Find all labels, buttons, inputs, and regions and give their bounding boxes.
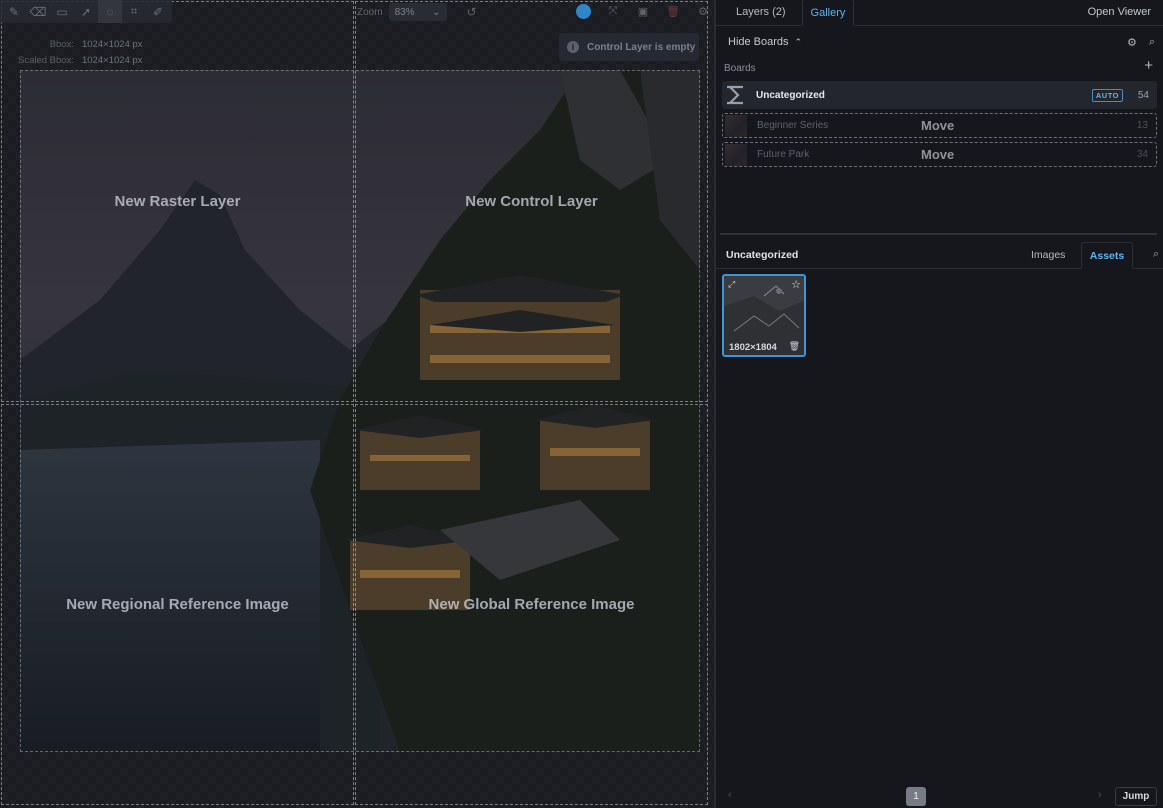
hide-boards-button[interactable]: Hide Boards xyxy=(728,36,789,48)
color-swatch-icon[interactable] xyxy=(576,3,591,19)
bbox-value: 1024×1024 px xyxy=(81,39,143,50)
drop-target-control-layer[interactable]: New Control Layer xyxy=(355,1,708,402)
bbox-info: Bbox: 1024×1024 px Scaled Bbox: 1024×1024 … xyxy=(18,37,146,69)
chevron-up-icon[interactable]: ⌃ xyxy=(795,37,803,48)
scaled-bbox-value: 1024×1024 px xyxy=(81,55,143,66)
save-icon[interactable]: ▣ xyxy=(635,3,651,19)
tab-gallery[interactable]: Gallery xyxy=(801,0,855,26)
jump-button[interactable]: Jump xyxy=(1115,787,1157,806)
zoom-label: Zoom xyxy=(357,6,383,18)
boards-label: Boards xyxy=(724,62,756,74)
panel-tabs: Layers (2) Gallery Open Viewer xyxy=(716,0,1163,26)
expand-icon[interactable]: ⤢ xyxy=(728,279,735,290)
board-logo-icon xyxy=(724,84,746,106)
scaled-bbox-label: Scaled Bbox: xyxy=(18,55,74,66)
search-icon[interactable]: ⌕ xyxy=(1153,248,1159,261)
star-icon[interactable]: ☆ xyxy=(791,278,801,291)
gear-icon[interactable]: ⚙ xyxy=(695,3,711,19)
zoom-select[interactable]: 83% ⌄ xyxy=(388,3,447,21)
canvas-top-actions: ⤧ ▣ 🗑 ⚙ xyxy=(576,3,711,19)
asset-dimensions: 1802×1804 xyxy=(729,342,777,353)
drop-target-label: New Raster Layer xyxy=(114,193,241,210)
chevron-right-icon[interactable]: › xyxy=(1098,789,1102,801)
gallery-title: Uncategorized xyxy=(726,249,799,261)
search-icon[interactable]: ⌕ xyxy=(1149,36,1155,49)
drop-target-label: New Regional Reference Image xyxy=(66,596,289,613)
canvas-area[interactable]: New Raster Layer New Control Layer New R… xyxy=(0,0,714,808)
move-icon[interactable]: ➚ xyxy=(74,0,98,23)
auto-badge: AUTO xyxy=(1091,88,1123,102)
asset-thumbnail[interactable]: ⤢ ☆ 1802×1804 🗑 xyxy=(722,274,806,357)
board-count: 34 xyxy=(1136,149,1148,160)
eraser-icon[interactable]: ⌫ xyxy=(26,0,50,23)
reset-view-icon[interactable]: ↺ xyxy=(467,5,477,19)
trash-icon[interactable]: 🗑 xyxy=(789,341,800,352)
boards-toolbar: Hide Boards ⌃ ⚙ ⌕ xyxy=(716,26,1163,58)
brush-icon[interactable]: ✎ xyxy=(2,0,26,23)
zoom-control: Zoom 83% ⌄ ↺ xyxy=(357,3,477,21)
board-name: Future Park xyxy=(757,149,810,160)
colorpicker-icon[interactable]: ✐ xyxy=(146,0,170,23)
add-board-icon[interactable]: + xyxy=(1144,57,1153,74)
board-thumbnail xyxy=(725,143,747,166)
tab-assets[interactable]: Assets xyxy=(1081,242,1133,269)
trash-icon[interactable]: 🗑 xyxy=(665,3,681,19)
bbox-label: Bbox: xyxy=(49,39,74,50)
chevron-down-icon: ⌄ xyxy=(432,6,441,18)
drop-target-label: New Global Reference Image xyxy=(428,596,635,613)
chevron-left-icon[interactable]: ‹ xyxy=(728,789,732,801)
board-thumbnail xyxy=(725,114,747,137)
boards-header: Boards + xyxy=(716,57,1163,78)
board-name: Beginner Series xyxy=(757,120,829,131)
rect-icon[interactable]: ▭ xyxy=(50,0,74,23)
drop-target-global-reference[interactable]: New Global Reference Image xyxy=(355,404,708,805)
tab-images[interactable]: Images xyxy=(1031,249,1065,261)
view-icon[interactable]: ◌ xyxy=(98,0,122,23)
board-count: 13 xyxy=(1136,120,1148,131)
drop-target-regional-reference[interactable]: New Regional Reference Image xyxy=(1,404,354,805)
gear-icon[interactable]: ⚙ xyxy=(1127,36,1137,49)
right-panel: Layers (2) Gallery Open Viewer Hide Boar… xyxy=(716,0,1163,808)
board-item-future-park[interactable]: Future Park Move 34 xyxy=(722,142,1157,167)
resize-handle[interactable] xyxy=(720,233,1157,235)
board-item-uncategorized[interactable]: Uncategorized AUTO 54 xyxy=(722,81,1157,109)
board-item-beginner-series[interactable]: Beginner Series Move 13 xyxy=(722,113,1157,138)
fit-icon[interactable]: ⤧ xyxy=(605,3,621,19)
pagination: ‹ 1 › Jump xyxy=(716,786,1163,808)
gallery-header: Uncategorized Images Assets ⌕ xyxy=(716,242,1163,269)
open-viewer-button[interactable]: Open Viewer xyxy=(1088,6,1151,18)
canvas-toolbar: ✎ ⌫ ▭ ➚ ◌ ⌗ ✐ xyxy=(0,0,172,23)
board-name: Uncategorized xyxy=(756,89,825,101)
move-drop-label: Move xyxy=(921,118,955,133)
move-drop-label: Move xyxy=(921,147,955,162)
toast-text: Control Layer is empty xyxy=(587,41,696,53)
drop-target-label: New Control Layer xyxy=(465,193,598,210)
board-count: 54 xyxy=(1137,89,1149,101)
app-root: New Raster Layer New Control Layer New R… xyxy=(0,0,1163,808)
info-toast: i Control Layer is empty xyxy=(559,33,699,61)
info-icon: i xyxy=(567,41,579,53)
tab-layers[interactable]: Layers (2) xyxy=(728,0,794,25)
page-button[interactable]: 1 xyxy=(906,787,926,806)
bbox-icon[interactable]: ⌗ xyxy=(122,0,146,23)
zoom-value: 83% xyxy=(394,6,415,18)
